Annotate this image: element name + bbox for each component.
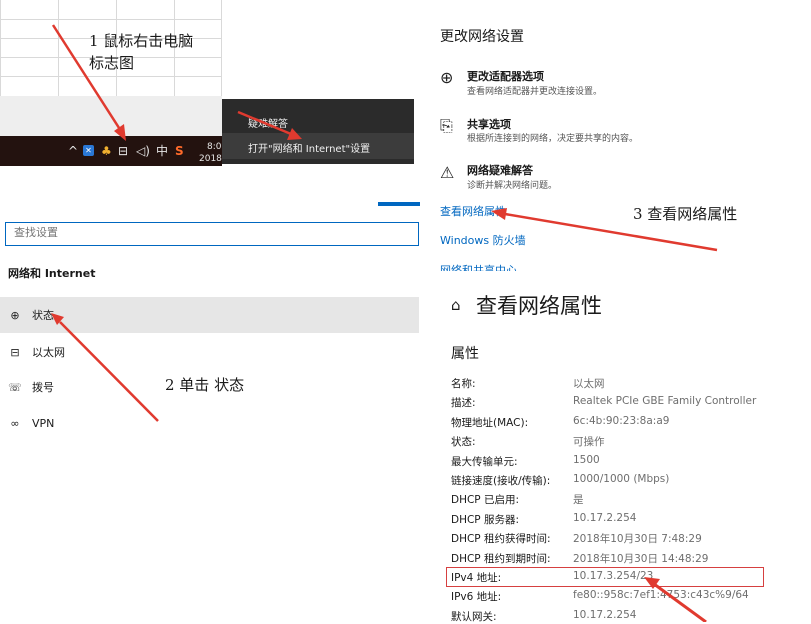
arrow-step3 — [504, 212, 718, 252]
arrow-step1-head — [114, 124, 126, 141]
arrow-step3-head — [491, 208, 507, 220]
arrow-step1 — [51, 24, 123, 132]
arrow-ipv4 — [653, 582, 707, 622]
arrow-step2 — [59, 321, 159, 422]
annotation-arrows — [51, 24, 718, 622]
arrow-open-settings — [237, 110, 292, 136]
